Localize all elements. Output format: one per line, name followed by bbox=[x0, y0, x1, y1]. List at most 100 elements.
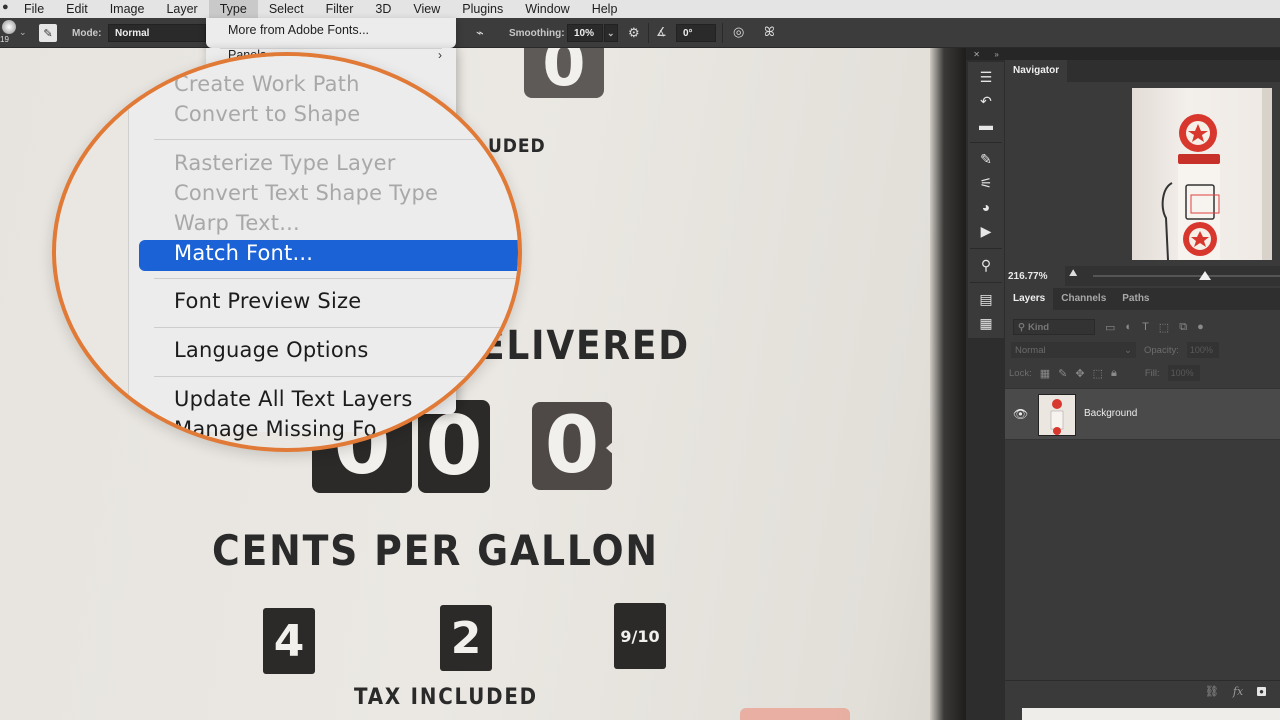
menu-item-match-font[interactable]: Match Font... bbox=[174, 241, 313, 265]
lock-move-icon[interactable]: ✥ bbox=[1075, 367, 1084, 380]
filter-kind-select[interactable]: ⚲ Kind bbox=[1013, 319, 1095, 335]
airbrush-icon[interactable]: ⌁ bbox=[476, 25, 484, 41]
lock-fill-row: Lock: ▦ ✎ ✥ ⬚ 🔒︎ Fill: 100% bbox=[1005, 363, 1280, 383]
zoom-slider-thumb[interactable] bbox=[1199, 271, 1212, 280]
type-menu-top: More from Adobe Fonts... bbox=[206, 18, 456, 48]
menu-edit[interactable]: Edit bbox=[55, 0, 99, 18]
panel-icons: ☰ ↶ ▬ ✎ ⚟ ◕ ▶ ⚲ ▤ ▦ bbox=[968, 62, 1004, 338]
navigator-tabs: Navigator bbox=[1005, 60, 1280, 82]
menu-separator bbox=[154, 278, 518, 279]
menu-item-update-all-text-layers[interactable]: Update All Text Layers bbox=[174, 387, 412, 411]
tab-channels[interactable]: Channels bbox=[1053, 288, 1114, 310]
filter-type-icon[interactable]: T bbox=[1142, 321, 1149, 333]
fill-label: Fill: bbox=[1144, 367, 1160, 379]
tab-navigator[interactable]: Navigator bbox=[1005, 60, 1068, 82]
search-icon: ⚲ bbox=[1018, 321, 1025, 333]
filter-pixel-icon[interactable]: ▭ bbox=[1105, 321, 1115, 334]
layer-row-background[interactable]: 👁︎ Background bbox=[1005, 388, 1280, 440]
tax-digit: 9/10 bbox=[620, 626, 660, 646]
menu-item-more-from-adobe-fonts[interactable]: More from Adobe Fonts... bbox=[228, 23, 369, 37]
play-action-icon[interactable]: ▶ bbox=[968, 220, 1004, 242]
properties-icon[interactable]: ▤ bbox=[968, 288, 1004, 310]
tab-layers[interactable]: Layers bbox=[1005, 288, 1054, 310]
cents-per-gallon-text: CENTS PER GALLON bbox=[212, 526, 659, 575]
angle-icon: ∡ bbox=[656, 25, 667, 39]
filter-smart-object-icon[interactable]: ⧉ bbox=[1179, 321, 1187, 334]
zoom-slider[interactable]: ⛰ bbox=[1065, 266, 1280, 286]
brush-settings-icon[interactable]: ✎ bbox=[39, 24, 57, 42]
menu-item-font-preview-size[interactable]: Font Preview Size bbox=[174, 289, 361, 313]
layers-tabs: Layers Channels Paths bbox=[1005, 288, 1280, 310]
lock-transparent-icon[interactable]: ▦ bbox=[1040, 367, 1050, 380]
pressure-size-icon[interactable]: ◎ bbox=[733, 24, 744, 40]
menu-image[interactable]: Image bbox=[99, 0, 156, 18]
zoom-out-icon[interactable]: ⛰ bbox=[1069, 268, 1077, 279]
red-text-fragment bbox=[740, 708, 850, 720]
magnified-view: Create Work Path › Convert to Shape Rast… bbox=[56, 56, 518, 448]
price-digit-box: 0 bbox=[524, 48, 604, 100]
filter-adjustment-icon[interactable]: ◐ bbox=[1125, 321, 1132, 333]
blend-mode-select[interactable]: Normal ⌄ bbox=[1011, 342, 1136, 358]
lock-brush-icon[interactable]: ✎ bbox=[1058, 367, 1067, 380]
angle-input[interactable]: 0° bbox=[676, 24, 716, 42]
symmetry-butterfly-icon[interactable]: ꕤ bbox=[764, 24, 775, 40]
brush-settings-icon[interactable]: ⚟ bbox=[968, 172, 1004, 194]
smoothing-input[interactable]: 10% bbox=[567, 24, 603, 42]
opacity-input[interactable]: 100% bbox=[1186, 342, 1219, 358]
photoshop-window: ● File Edit Image Layer Type Select Filt… bbox=[0, 0, 1280, 720]
menu-filter[interactable]: Filter bbox=[315, 0, 365, 18]
collapse-close-icon[interactable]: ✕ bbox=[973, 50, 980, 59]
link-layers-icon[interactable]: ⛓ bbox=[1205, 685, 1219, 698]
lock-all-icon[interactable]: 🔒︎ bbox=[1111, 367, 1117, 380]
menu-item-manage-missing-fonts[interactable]: Manage Missing Fo bbox=[174, 417, 377, 441]
history-icon[interactable]: ↶ bbox=[968, 90, 1004, 112]
menu-view[interactable]: View bbox=[402, 0, 451, 18]
filter-toggle-icon[interactable]: ● bbox=[1197, 321, 1204, 333]
fill-input[interactable]: 100% bbox=[1167, 365, 1200, 381]
brush-size-readout: 19 bbox=[0, 35, 9, 44]
menu-3d[interactable]: 3D bbox=[364, 0, 402, 18]
thumb-globe bbox=[1052, 399, 1062, 409]
panel-icon-strip: ✕ » ☰ ↶ ▬ ✎ ⚟ ◕ ▶ ⚲ ▤ ▦ bbox=[965, 48, 1006, 720]
clone-source-icon[interactable]: ⚲ bbox=[968, 254, 1004, 276]
smoothing-settings-gear-icon[interactable]: ⚙ bbox=[628, 25, 640, 41]
app-menu-icon[interactable]: ● bbox=[2, 1, 9, 13]
opacity-value: 100% bbox=[1189, 345, 1213, 355]
panel-strip-header: ✕ » bbox=[966, 48, 1006, 60]
menu-layer[interactable]: Layer bbox=[155, 0, 208, 18]
filter-shape-icon[interactable]: ⬚ bbox=[1159, 321, 1169, 334]
notes-icon[interactable]: ▦ bbox=[968, 312, 1004, 334]
tab-paths[interactable]: Paths bbox=[1114, 288, 1157, 310]
menu-separator bbox=[154, 139, 518, 140]
add-mask-icon[interactable]: ● bbox=[1257, 687, 1266, 696]
adjustments-sliders-icon[interactable]: ☰ bbox=[968, 66, 1004, 88]
menu-plugins[interactable]: Plugins bbox=[451, 0, 514, 18]
thumb-sign bbox=[1053, 427, 1061, 435]
layer-name[interactable]: Background bbox=[1084, 408, 1137, 419]
tax-digit: 4 bbox=[273, 615, 305, 667]
fx-icon[interactable]: fx bbox=[1233, 685, 1243, 698]
visibility-eye-icon[interactable]: 👁︎ bbox=[1013, 407, 1028, 421]
menu-item-language-options[interactable]: Language Options bbox=[174, 338, 369, 362]
smoothing-dropdown[interactable]: ⌄ bbox=[604, 24, 618, 42]
menu-window[interactable]: Window bbox=[514, 0, 580, 18]
mode-select[interactable]: Normal bbox=[108, 24, 206, 42]
menu-select[interactable]: Select bbox=[258, 0, 315, 18]
thumb-pump bbox=[1050, 410, 1064, 430]
menu-type[interactable]: Type bbox=[208, 0, 258, 18]
color-palette-icon[interactable]: ◕ bbox=[968, 196, 1004, 218]
brushes-icon[interactable]: ✎ bbox=[968, 148, 1004, 170]
navigator-thumbnail[interactable] bbox=[1132, 88, 1272, 260]
brush-preset-picker[interactable] bbox=[2, 20, 16, 34]
mode-label: Mode: bbox=[72, 28, 102, 39]
menu-help[interactable]: Help bbox=[581, 0, 629, 18]
zoom-percentage[interactable]: 216.77% bbox=[1005, 271, 1065, 282]
pump-hose bbox=[1161, 182, 1173, 260]
brush-preset-chevron-icon[interactable]: ⌄ bbox=[19, 27, 27, 38]
decimal-point bbox=[390, 478, 402, 490]
lock-artboard-icon[interactable]: ⬚ bbox=[1093, 367, 1103, 380]
divider bbox=[970, 248, 1002, 249]
actions-icon[interactable]: ▬ bbox=[968, 114, 1004, 136]
expand-panels-icon[interactable]: » bbox=[994, 50, 998, 59]
magnifier-callout: Create Work Path › Convert to Shape Rast… bbox=[52, 52, 522, 452]
